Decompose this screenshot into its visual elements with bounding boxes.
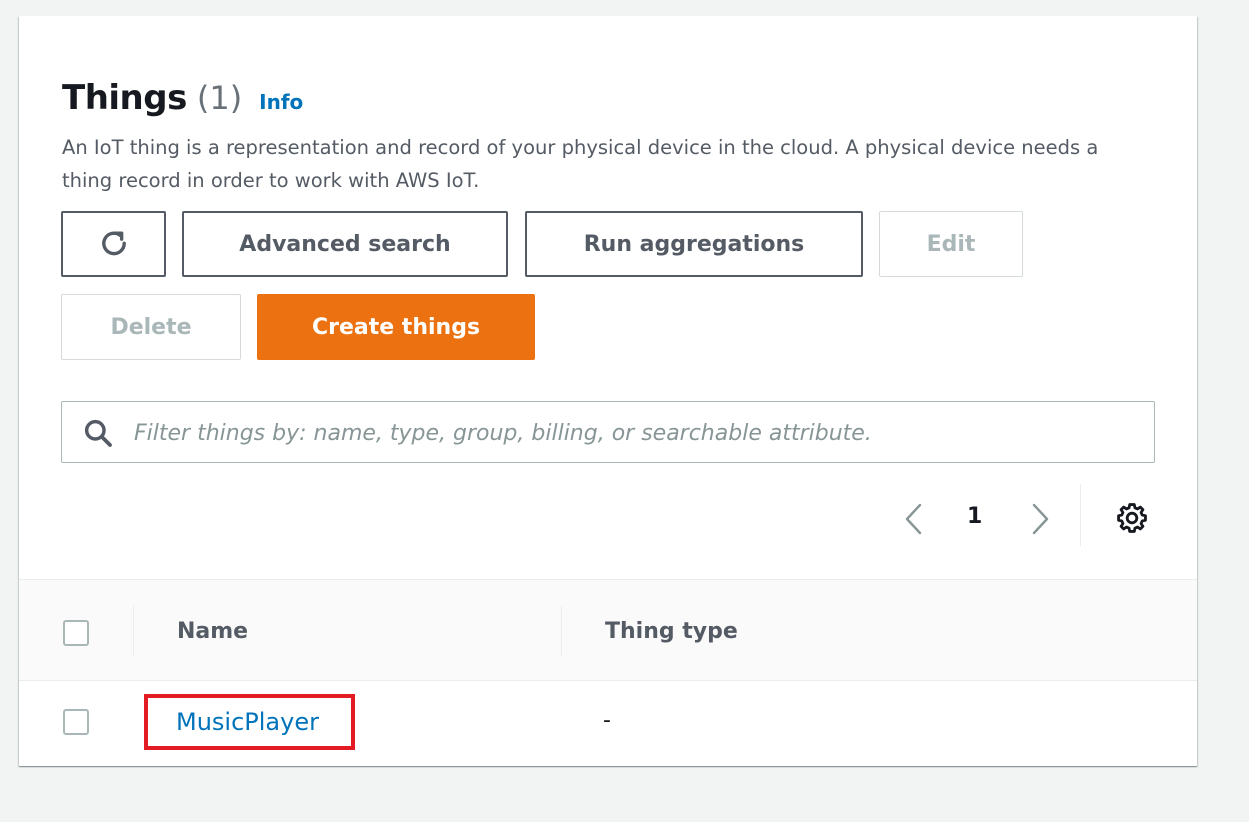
thing-name-link[interactable]: MusicPlayer xyxy=(144,694,355,750)
table-row: MusicPlayer - xyxy=(19,681,1197,766)
search-box xyxy=(61,401,1155,463)
things-table: Name Thing type MusicPlayer - xyxy=(19,579,1197,766)
thing-type-value: - xyxy=(603,708,611,733)
search-icon xyxy=(84,419,112,447)
search-input[interactable] xyxy=(132,410,1136,456)
run-aggregations-button[interactable]: Run aggregations xyxy=(525,211,863,277)
things-header: Things (1) Info An IoT thing is a repres… xyxy=(19,16,1197,579)
column-divider xyxy=(561,606,562,656)
page-description: An IoT thing is a representation and rec… xyxy=(62,136,1099,192)
things-panel: Things (1) Info An IoT thing is a repres… xyxy=(19,16,1197,766)
select-all-checkbox[interactable] xyxy=(63,620,89,646)
create-things-button[interactable]: Create things xyxy=(257,294,535,360)
chevron-left-icon[interactable] xyxy=(901,500,927,538)
advanced-search-button[interactable]: Advanced search xyxy=(182,211,508,277)
title-row: Things (1) Info xyxy=(62,78,303,118)
refresh-icon xyxy=(101,231,126,256)
gear-icon[interactable] xyxy=(1115,501,1149,535)
column-header-name[interactable]: Name xyxy=(177,619,248,644)
table-header: Name Thing type xyxy=(19,579,1197,681)
column-header-thing-type[interactable]: Thing type xyxy=(605,619,738,644)
edit-button[interactable]: Edit xyxy=(879,211,1023,277)
chevron-right-icon[interactable] xyxy=(1027,500,1053,538)
page-title: Things xyxy=(62,78,187,118)
delete-button[interactable]: Delete xyxy=(61,294,241,360)
current-page[interactable]: 1 xyxy=(967,504,982,529)
pager-divider xyxy=(1080,484,1081,546)
things-count: (1) xyxy=(196,79,243,117)
row-checkbox[interactable] xyxy=(63,709,89,735)
column-divider xyxy=(133,606,134,656)
info-link[interactable]: Info xyxy=(259,90,303,114)
thing-name-text: MusicPlayer xyxy=(176,708,319,736)
refresh-button[interactable] xyxy=(61,211,166,277)
